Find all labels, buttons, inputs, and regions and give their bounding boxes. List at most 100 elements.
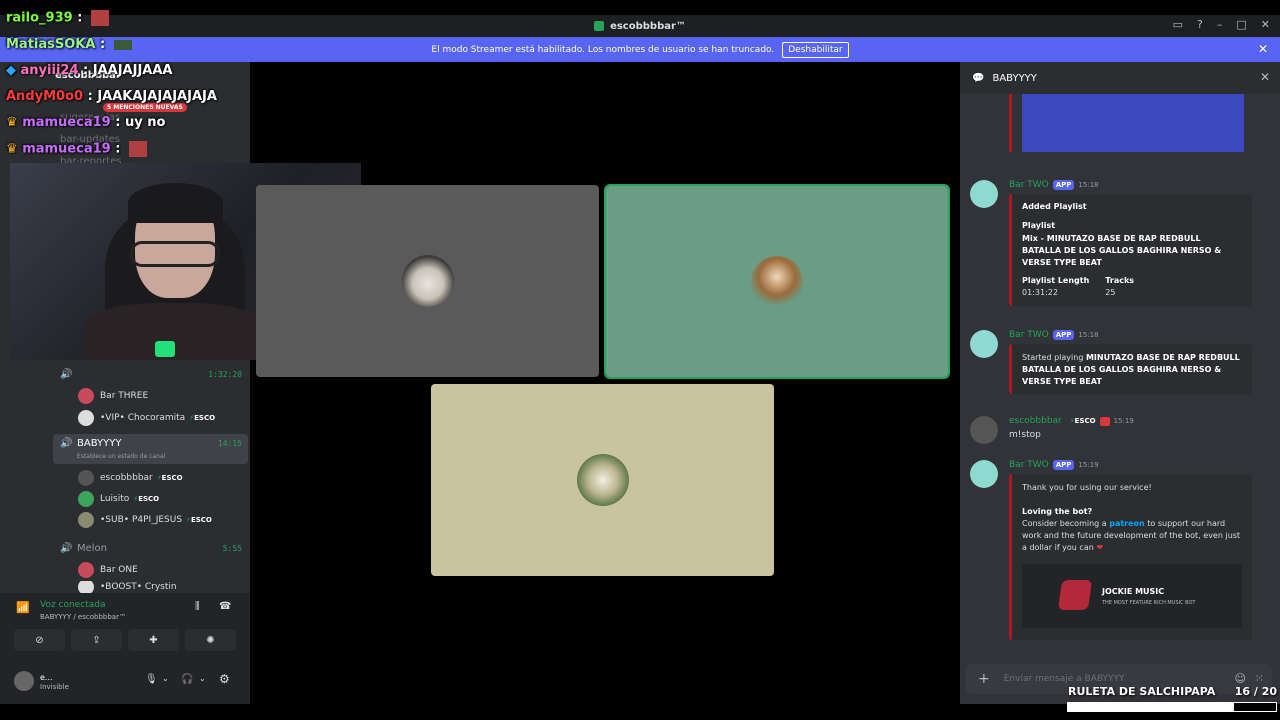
speaker-icon: 🔊 xyxy=(60,438,73,449)
message-time: 15:18 xyxy=(1078,181,1099,189)
minimize-button[interactable]: – xyxy=(1217,18,1223,31)
avatar[interactable] xyxy=(970,330,998,358)
voice-channel-1[interactable]: 🔊 1:32:20 xyxy=(53,364,248,384)
now-playing-embed: Started playing MINUTAZO BASE DE RAP RED… xyxy=(1009,344,1252,394)
voice-user-luisito[interactable]: Luisito ESCO xyxy=(78,489,273,509)
voice-user-name: Luisito xyxy=(100,494,130,504)
microphone-icon[interactable]: 🎙 xyxy=(145,674,158,685)
chat-user: anyiii24 xyxy=(20,63,79,78)
chat-user: mamueca19 xyxy=(22,115,111,130)
message-author[interactable]: escobbbbar xyxy=(1009,416,1062,426)
avatar[interactable] xyxy=(970,460,998,488)
voice-user-chocoramita[interactable]: •VIP• Chocoramita ESCO xyxy=(78,408,273,428)
voice-user-name: Bar ONE xyxy=(100,565,138,575)
settings-gear-icon[interactable]: ⚙ xyxy=(219,672,230,686)
chat-user: railo_939 xyxy=(6,10,73,26)
emote-icon xyxy=(113,39,132,50)
close-icon[interactable]: ✕ xyxy=(1260,70,1270,84)
video-tile-user-3[interactable] xyxy=(431,384,774,576)
voice-user-bar-three[interactable]: Bar THREE xyxy=(78,386,273,406)
message-author[interactable]: Bar TWO xyxy=(1009,330,1049,340)
chat-user: MatiasSOKA xyxy=(6,37,96,52)
chat-panel-header: 💬 BABYYYY ✕ xyxy=(960,62,1280,94)
crown-icon: ♛ xyxy=(6,141,23,157)
heart-icon: ❤ xyxy=(1096,543,1104,552)
chat-line: MatiasSOKA : xyxy=(6,37,132,52)
avatar xyxy=(78,581,94,593)
inbox-icon[interactable]: ▭ xyxy=(1173,18,1183,31)
video-tile-user-2[interactable] xyxy=(604,184,950,379)
voice-connected-channel[interactable]: BABYYYY / escobbbbar™ xyxy=(40,613,126,621)
soundboard-button[interactable]: ✺ xyxy=(185,629,236,651)
voice-connected-status: Voz conectada xyxy=(40,600,106,610)
roulette-progress-bar xyxy=(1067,702,1277,712)
chat-user: mamueca19 xyxy=(22,141,111,157)
patreon-link[interactable]: patreon xyxy=(1109,519,1145,528)
roulette-label: RULETA DE SALCHIPAPA xyxy=(1068,685,1216,698)
webcam-green-light xyxy=(155,341,175,357)
chat-user: AndyM0o0 xyxy=(6,89,84,104)
activities-button[interactable]: ✚ xyxy=(128,629,179,651)
message-input-placeholder: Enviar mensaje a BABYYYY xyxy=(1003,674,1125,684)
avatar[interactable] xyxy=(970,180,998,208)
screen-share-button[interactable]: ⇪ xyxy=(71,629,122,651)
app-tag: APP xyxy=(1052,460,1075,470)
avatar[interactable] xyxy=(14,671,34,691)
voice-channel-timer: 1:32:20 xyxy=(208,369,242,379)
jockie-logo-icon xyxy=(1057,580,1093,610)
mentions-pill[interactable]: 5 MENCIONES NUEVAS xyxy=(103,103,187,112)
avatar xyxy=(751,255,803,308)
maximize-button[interactable]: □ xyxy=(1236,18,1246,31)
noise-suppression-icon[interactable]: ⫼ xyxy=(195,601,200,612)
user-name[interactable]: e... xyxy=(40,673,53,682)
esco-tag: ESCO xyxy=(1070,417,1096,425)
chat-line: ♛ mamueca19 : xyxy=(6,141,147,157)
voice-user-escobbbbar[interactable]: escobbbbar ESCO xyxy=(78,468,273,488)
message-header: Bar TWO APP 15:18 xyxy=(1009,330,1099,340)
headphones-icon[interactable]: 🎧 xyxy=(181,674,193,685)
voice-user-bar-one[interactable]: Bar ONE xyxy=(78,560,273,580)
message-author[interactable]: Bar TWO xyxy=(1009,460,1049,470)
webcam-shirt xyxy=(85,303,265,360)
voice-channel-melon[interactable]: 🔊 Melon 5:55 xyxy=(53,538,248,558)
camera-button[interactable]: ⊘ xyxy=(14,629,65,651)
webcam-hat xyxy=(128,183,223,223)
avatar[interactable] xyxy=(970,416,998,444)
avatar xyxy=(78,410,94,426)
embed-title: Added Playlist xyxy=(1022,202,1087,211)
app-tag: APP xyxy=(1052,330,1075,340)
webcam-glasses xyxy=(130,241,220,267)
esco-tag: ESCO xyxy=(133,495,159,503)
signal-icon[interactable]: 📶 xyxy=(16,601,30,614)
embed-text: Started playing xyxy=(1022,353,1086,362)
video-tile-user-1[interactable] xyxy=(256,185,599,377)
message-author[interactable]: Bar TWO xyxy=(1009,180,1049,190)
close-banner-icon[interactable]: ✕ xyxy=(1258,42,1268,56)
voice-user-p4pi[interactable]: •SUB• P4PI_JESUS ESCO xyxy=(78,510,273,530)
voice-channel-babyyyy[interactable]: 🔊 BABYYYY 14:15 Establece un estado de c… xyxy=(53,434,248,464)
voice-channel-timer: 14:15 xyxy=(217,439,242,448)
embed-thumbnail xyxy=(1022,94,1244,152)
help-icon[interactable]: ? xyxy=(1197,18,1203,31)
chevron-down-icon[interactable]: ⌄ xyxy=(162,674,169,683)
add-attachment-icon[interactable]: + xyxy=(978,671,990,687)
avatar xyxy=(78,562,94,578)
disable-streamer-button[interactable]: Deshabilitar xyxy=(782,41,849,58)
message-header: escobbbbar ESCO 15:19 xyxy=(1009,416,1134,426)
chat-line: railo_939 : xyxy=(6,10,109,26)
chevron-down-icon[interactable]: ⌄ xyxy=(199,674,206,683)
avatar xyxy=(576,454,629,506)
playlist-name: Mix - MINUTAZO BASE DE RAP REDBULL BATAL… xyxy=(1022,234,1222,267)
channel-status-hint[interactable]: Establece un estado de canal xyxy=(77,453,165,460)
chat-line: AndyM0o0 : JAAKAJAJAJAJAJA xyxy=(6,89,217,104)
avatar xyxy=(78,512,94,528)
voice-user-name: Bar THREE xyxy=(100,391,149,401)
disconnect-icon[interactable]: ☎ xyxy=(219,601,231,612)
thanks-embed: Thank you for using our service! Loving … xyxy=(1009,474,1252,640)
loving-heading: Loving the bot? xyxy=(1022,507,1093,516)
app-tag: APP xyxy=(1052,180,1075,190)
badge-icon: ◆ xyxy=(6,63,21,78)
voice-user-crystin[interactable]: •BOOST• Crystin xyxy=(78,581,273,593)
message-header: Bar TWO APP 15:18 xyxy=(1009,180,1099,190)
close-window-button[interactable]: ✕ xyxy=(1261,18,1270,31)
